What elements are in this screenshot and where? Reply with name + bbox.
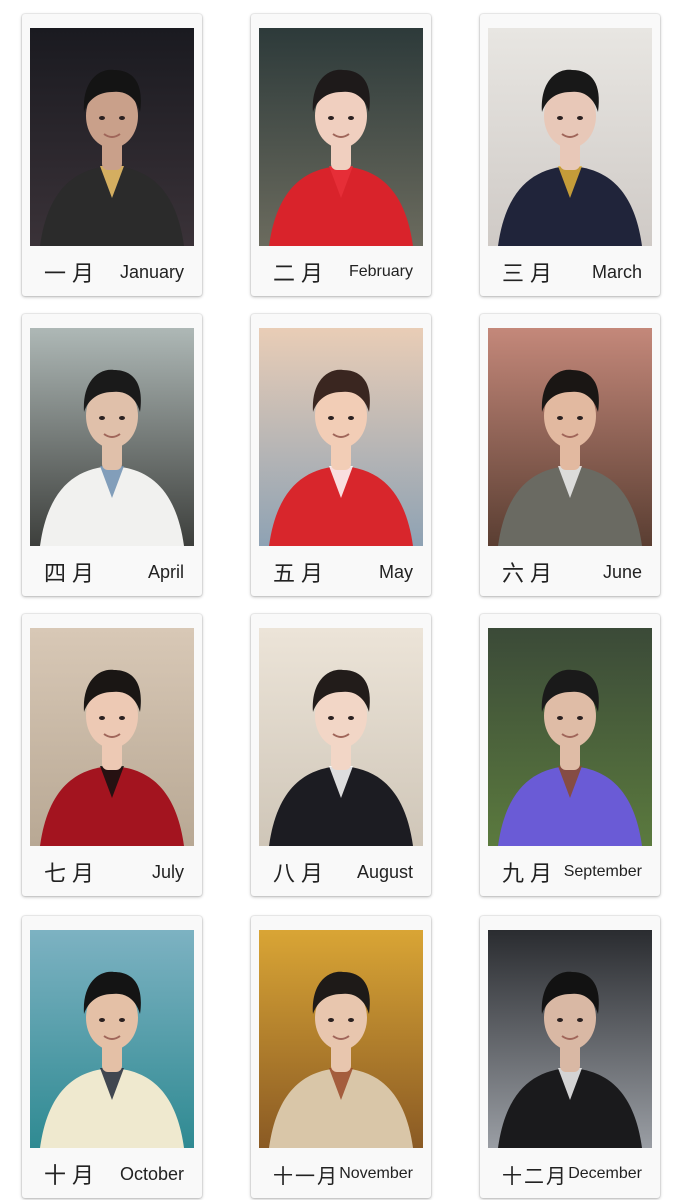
month-caption: 十月 October	[30, 1154, 194, 1194]
month-caption: 八月 August	[259, 852, 423, 892]
month-label-english: January	[119, 261, 184, 282]
month-card-april[interactable]: 四月 April	[22, 314, 202, 596]
month-label-english: February	[348, 263, 413, 280]
month-label-chinese: 九月	[502, 862, 559, 887]
month-photo	[30, 28, 194, 246]
month-photo	[30, 628, 194, 846]
month-caption: 六月 June	[488, 552, 652, 592]
month-label-english: December	[568, 1165, 642, 1182]
month-caption: 九月 September	[488, 852, 652, 892]
month-card-january[interactable]: 一月 January	[22, 14, 202, 296]
month-photo	[259, 930, 423, 1148]
calendar-grid: 一月 January 二月 February 三月 March 四月 April 五月 May 六月…	[0, 0, 682, 1200]
month-label-chinese: 六月	[502, 562, 559, 587]
month-caption: 十二月 December	[488, 1154, 652, 1194]
month-label-english: May	[378, 561, 413, 582]
month-photo	[488, 628, 652, 846]
month-card-march[interactable]: 三月 March	[480, 14, 660, 296]
month-label-chinese: 十月	[44, 1164, 101, 1189]
month-photo	[259, 328, 423, 546]
month-label-english: September	[563, 863, 642, 880]
month-photo	[488, 328, 652, 546]
month-label-english: August	[356, 861, 413, 882]
month-photo	[259, 28, 423, 246]
month-caption: 二月 February	[259, 252, 423, 292]
month-label-chinese: 十二月	[502, 1163, 568, 1188]
month-label-chinese: 二月	[273, 262, 330, 287]
month-caption: 五月 May	[259, 552, 423, 592]
month-card-july[interactable]: 七月 July	[22, 614, 202, 896]
month-label-chinese: 八月	[273, 862, 330, 887]
month-photo	[259, 628, 423, 846]
month-caption: 三月 March	[488, 252, 652, 292]
month-card-may[interactable]: 五月 May	[251, 314, 431, 596]
month-photo	[488, 930, 652, 1148]
month-label-english: October	[119, 1163, 184, 1184]
month-label-english: April	[147, 561, 184, 582]
month-label-chinese: 十一月	[273, 1163, 339, 1188]
month-card-august[interactable]: 八月 August	[251, 614, 431, 896]
month-caption: 一月 January	[30, 252, 194, 292]
month-card-february[interactable]: 二月 February	[251, 14, 431, 296]
month-label-english: June	[602, 561, 642, 582]
month-caption: 七月 July	[30, 852, 194, 892]
month-photo	[488, 28, 652, 246]
month-caption: 四月 April	[30, 552, 194, 592]
month-label-chinese: 一月	[44, 262, 101, 287]
month-caption: 十一月 November	[259, 1154, 423, 1194]
month-photo	[30, 930, 194, 1148]
month-card-september[interactable]: 九月 September	[480, 614, 660, 896]
month-label-chinese: 五月	[273, 562, 330, 587]
month-label-chinese: 四月	[44, 562, 101, 587]
month-label-english: November	[339, 1165, 413, 1182]
month-card-october[interactable]: 十月 October	[22, 916, 202, 1198]
month-label-english: March	[591, 261, 642, 282]
month-photo	[30, 328, 194, 546]
month-label-english: July	[151, 861, 184, 882]
month-card-december[interactable]: 十二月 December	[480, 916, 660, 1198]
month-label-chinese: 三月	[502, 262, 559, 287]
month-label-chinese: 七月	[44, 862, 101, 887]
month-card-november[interactable]: 十一月 November	[251, 916, 431, 1198]
month-card-june[interactable]: 六月 June	[480, 314, 660, 596]
